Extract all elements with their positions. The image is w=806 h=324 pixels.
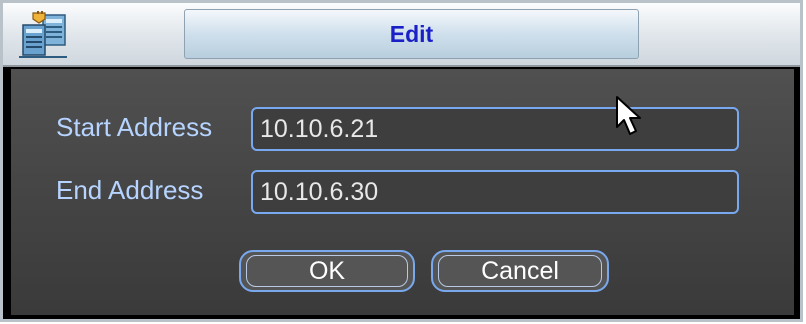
mouse-pointer-icon [616,96,641,135]
dialog-body: Start Address 10.10.6.21 End Address 10.… [11,69,794,315]
start-address-value: 10.10.6.21 [260,114,379,143]
end-address-field[interactable]: 10.10.6.30 [251,170,739,214]
start-address-field[interactable]: 10.10.6.21 [251,107,739,151]
cancel-button[interactable]: Cancel [431,250,609,292]
title-bar: Edit [3,3,800,67]
ok-button[interactable]: OK [239,250,415,292]
edit-dialog: Edit Start Address 10.10.6.21 End Addres… [0,0,803,322]
end-address-label: End Address [56,175,204,205]
cancel-button-label: Cancel [481,256,559,285]
title-box: Edit [184,9,639,59]
dialog-title: Edit [389,20,434,47]
network-computers-icon [19,11,67,58]
end-address-value: 10.10.6.30 [260,177,379,206]
start-address-label: Start Address [56,112,213,142]
ok-button-label: OK [308,256,346,285]
